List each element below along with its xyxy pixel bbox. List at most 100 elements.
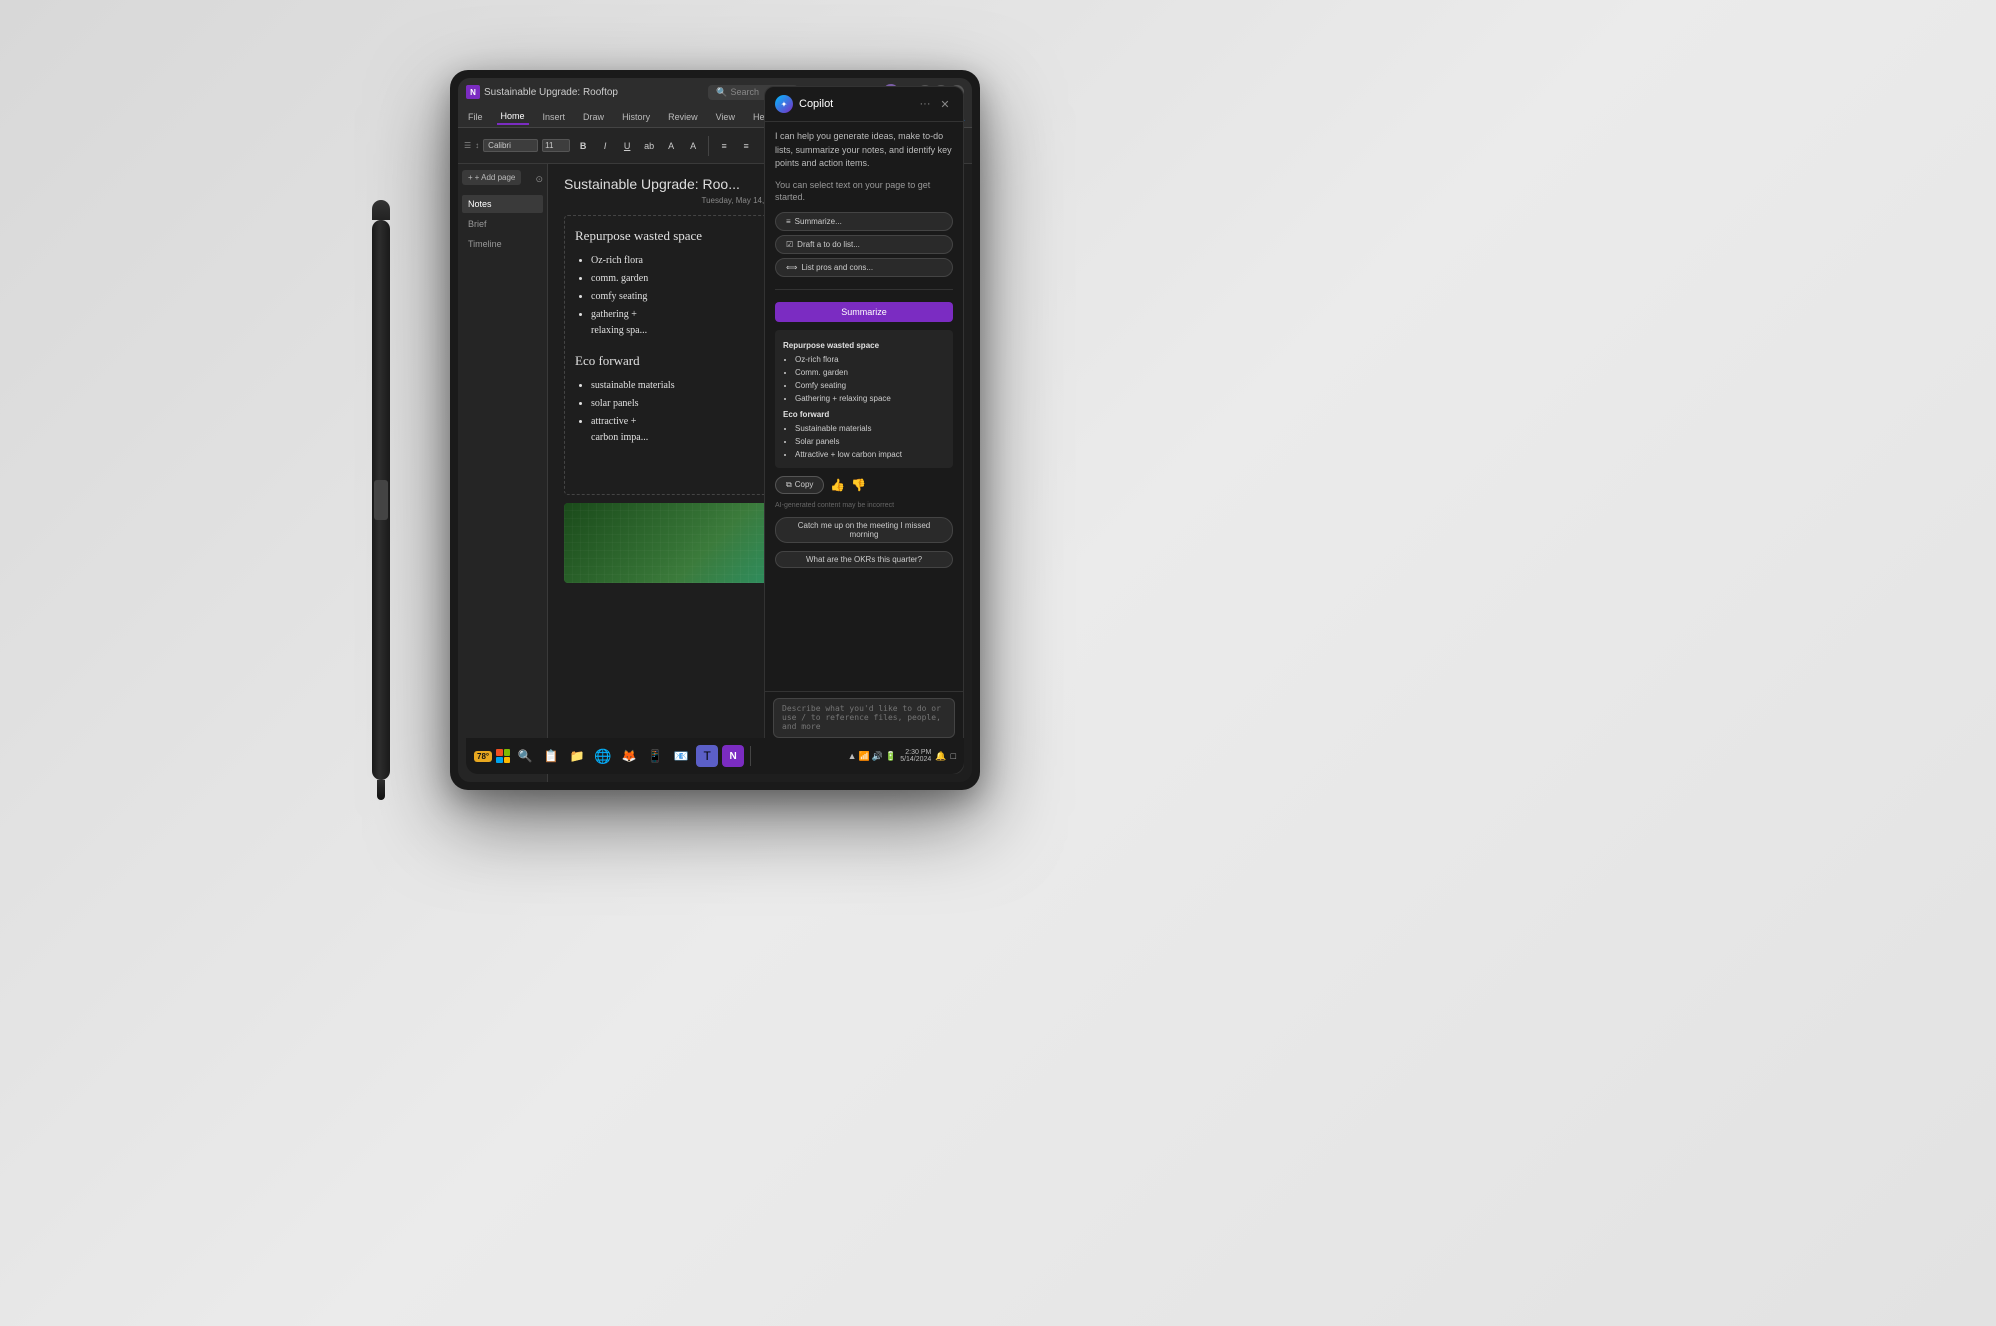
copy-label: Copy (795, 480, 814, 489)
chevron-up-icon[interactable]: ▲ (848, 751, 857, 761)
copilot-panel: ✦ Copilot ··· ✕ I can help you generate … (764, 86, 964, 774)
clock-date: 5/14/2024 (900, 756, 931, 763)
menu-file[interactable]: File (464, 110, 487, 124)
font-color-button[interactable]: A (684, 137, 702, 155)
summary-section2-title: Eco forward (783, 409, 945, 421)
menu-review[interactable]: Review (664, 110, 702, 124)
pros-cons-label: List pros and cons... (801, 263, 873, 272)
copilot-input[interactable] (773, 698, 955, 738)
font-size-selector[interactable]: 11 (542, 139, 570, 152)
summarize-active-label: Summarize (841, 307, 887, 317)
menu-home[interactable]: Home (497, 109, 529, 125)
volume-icon[interactable]: 🔊 (872, 751, 883, 762)
copilot-controls: ··· ✕ (917, 96, 953, 112)
main-area: + + Add page ⊙ Notes Brief Timeline Sust… (458, 164, 972, 782)
thumbs-down-icon[interactable]: 👎 (851, 478, 866, 492)
search-icon: 🔍 (716, 87, 727, 98)
search-taskbar-icon[interactable]: 🔍 (514, 745, 536, 767)
summary-card: Repurpose wasted space Oz-rich flora Com… (775, 330, 953, 468)
firefox-icon[interactable]: 🦊 (618, 745, 640, 767)
draft-label: Draft a to do list... (797, 240, 860, 249)
menu-insert[interactable]: Insert (539, 110, 570, 124)
action-center-icon[interactable]: □ (951, 751, 956, 761)
ribbon-divider (708, 136, 709, 156)
taskbar: 78° 🔍 📋 📁 🌐 🦊 📱 📧 T N (466, 738, 964, 774)
summary-section2-list: Sustainable materials Solar panels Attra… (783, 423, 945, 461)
clock-time: 2:30 PM (905, 749, 931, 756)
summary-item: Oz-rich flora (795, 354, 945, 366)
italic-button[interactable]: I (596, 137, 614, 155)
menu-draw[interactable]: Draw (579, 110, 608, 124)
highlight-button[interactable]: A (662, 137, 680, 155)
time-display[interactable]: 2:30 PM 5/14/2024 (900, 749, 931, 763)
prompt-chip-meeting[interactable]: Catch me up on the meeting I missed morn… (775, 517, 953, 543)
add-page-button[interactable]: + + Add page (462, 170, 521, 185)
app-title: Sustainable Upgrade: Rooftop (484, 87, 618, 98)
suggestion-pros-cons[interactable]: ⟺ List pros and cons... (775, 258, 953, 277)
windows-logo[interactable] (496, 749, 510, 763)
sidebar-options-icon[interactable]: ⊙ (535, 174, 543, 185)
summarize-active-button[interactable]: Summarize (775, 302, 953, 322)
teams-icon[interactable]: T (696, 745, 718, 767)
battery-icon[interactable]: 🔋 (885, 751, 896, 762)
summary-item: Solar panels (795, 436, 945, 448)
summary-item: Attractive + low carbon impact (795, 449, 945, 461)
copy-button[interactable]: ⧉ Copy (775, 476, 824, 494)
search-placeholder: Search (730, 87, 759, 97)
copilot-intro: I can help you generate ideas, make to-d… (775, 130, 953, 171)
bullets-button[interactable]: ≡ (715, 137, 733, 155)
suggestions-list: ≡ Summarize... ☑ Draft a to do list... ⟺… (775, 212, 953, 277)
onenote-icon: N (466, 85, 480, 99)
copilot-subtext: You can select text on your page to get … (775, 179, 953, 204)
copilot-title: Copilot (799, 98, 917, 110)
sidebar-item-notes[interactable]: Notes (462, 195, 543, 213)
copilot-more-button[interactable]: ··· (917, 96, 933, 112)
menu-view[interactable]: View (712, 110, 739, 124)
wifi-taskbar-icon[interactable]: 📶 (859, 751, 870, 762)
edge-icon[interactable]: 🌐 (592, 745, 614, 767)
sidebar: + + Add page ⊙ Notes Brief Timeline (458, 164, 548, 782)
tablet: N Sustainable Upgrade: Rooftop 🔍 Search … (450, 70, 980, 790)
sidebar-item-brief[interactable]: Brief (462, 215, 543, 233)
summarize-label: Summarize... (795, 217, 842, 226)
tablet-screen: N Sustainable Upgrade: Rooftop 🔍 Search … (458, 78, 972, 782)
summary-item: Comm. garden (795, 367, 945, 379)
notification-icon[interactable]: 🔔 (935, 751, 946, 762)
page-options-icon[interactable]: ☰ (464, 141, 471, 150)
windows-logo-pane-yellow (504, 757, 511, 764)
underline-button[interactable]: U (618, 137, 636, 155)
file-explorer-icon[interactable]: 📁 (566, 745, 588, 767)
bold-button[interactable]: B (574, 137, 592, 155)
summary-item: Gathering + relaxing space (795, 393, 945, 405)
feedback-buttons: 👍 👎 (830, 478, 866, 492)
summarize-icon: ≡ (786, 217, 791, 226)
scene: N Sustainable Upgrade: Rooftop 🔍 Search … (0, 0, 1996, 1326)
windows-logo-pane-blue (496, 757, 503, 764)
windows-logo-pane-red (496, 749, 503, 756)
taskbar-separator (750, 746, 751, 766)
onenote-taskbar-icon[interactable]: N (722, 745, 744, 767)
draft-icon: ☑ (786, 240, 793, 249)
numbering-button[interactable]: ≡ (737, 137, 755, 155)
collapse-icon[interactable]: ↕ (475, 141, 479, 150)
email-icon[interactable]: 📧 (670, 745, 692, 767)
plus-icon: + (468, 173, 473, 182)
prompt-chip-okrs[interactable]: What are the OKRs this quarter? (775, 551, 953, 568)
add-page-label: + Add page (475, 173, 516, 182)
font-selector[interactable]: Calibri (483, 139, 538, 152)
copilot-body: I can help you generate ideas, make to-d… (765, 122, 963, 691)
suggestion-summarize[interactable]: ≡ Summarize... (775, 212, 953, 231)
suggestion-draft[interactable]: ☑ Draft a to do list... (775, 235, 953, 254)
sidebar-item-timeline[interactable]: Timeline (462, 235, 543, 253)
windows-logo-pane-green (504, 749, 511, 756)
copilot-close-button[interactable]: ✕ (937, 96, 953, 112)
task-view-icon[interactable]: 📋 (540, 745, 562, 767)
thumbs-up-icon[interactable]: 👍 (830, 478, 845, 492)
strikethrough-button[interactable]: ab (640, 137, 658, 155)
copy-icon: ⧉ (786, 480, 792, 490)
taskbar-right: ▲ 📶 🔊 🔋 2:30 PM 5/14/2024 🔔 □ (848, 749, 956, 763)
copy-row: ⧉ Copy 👍 👎 (775, 476, 953, 494)
copilot-logo: ✦ (775, 95, 793, 113)
menu-history[interactable]: History (618, 110, 654, 124)
phone-icon[interactable]: 📱 (644, 745, 666, 767)
